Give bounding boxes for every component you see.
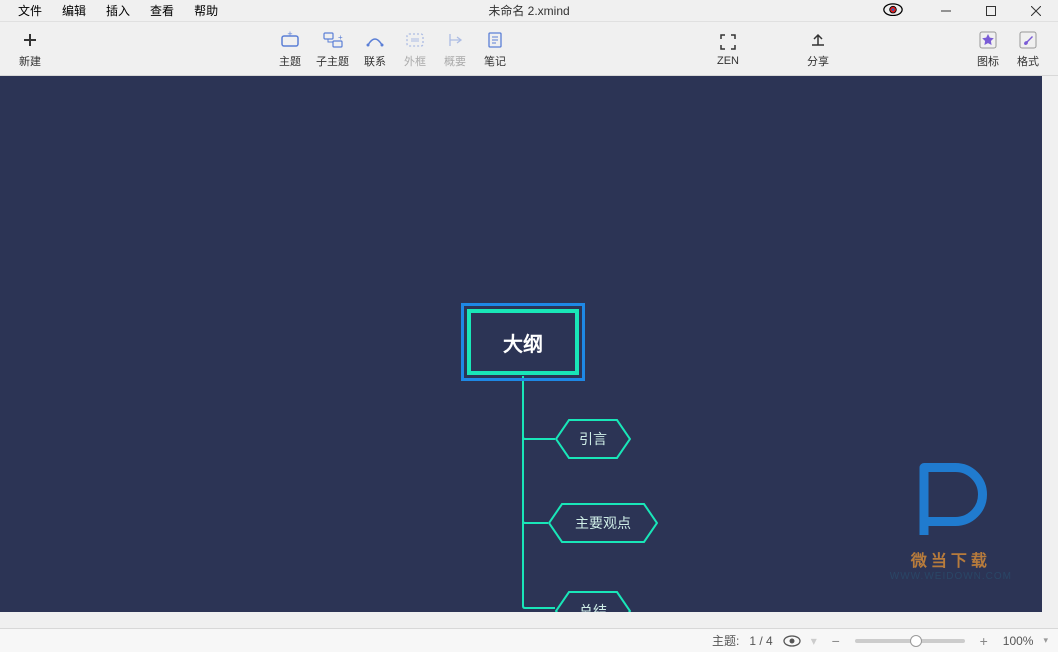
- close-button[interactable]: [1013, 0, 1058, 22]
- relation-icon: [364, 29, 386, 51]
- boundary-icon: [404, 29, 426, 51]
- summary-button[interactable]: 概要: [435, 25, 475, 73]
- vertical-scrollbar[interactable]: [1042, 76, 1058, 612]
- topic-icon: +: [279, 29, 301, 51]
- new-button[interactable]: 新建: [10, 25, 50, 73]
- subtopic-icon: +: [322, 29, 344, 51]
- fullscreen-icon: [717, 31, 739, 53]
- note-button[interactable]: 笔记: [475, 25, 515, 73]
- menu-bar: 文件 编辑 插入 查看 帮助: [0, 0, 228, 22]
- child-topic-2-label: 主要观点: [575, 515, 631, 531]
- subtopic-button[interactable]: + 子主题: [310, 25, 355, 73]
- svg-text:+: +: [338, 33, 343, 42]
- child-topic-1[interactable]: 引言: [555, 419, 631, 459]
- zoom-dropdown-icon[interactable]: ▾: [1043, 635, 1048, 646]
- share-icon: [807, 29, 829, 51]
- tool-label: 新建: [19, 53, 41, 69]
- child-topic-2[interactable]: 主要观点: [548, 503, 658, 543]
- plus-icon: [19, 29, 41, 51]
- minimize-button[interactable]: [923, 0, 968, 22]
- zoom-slider-thumb[interactable]: [910, 635, 922, 647]
- svg-text:+: +: [287, 31, 292, 39]
- topic-button[interactable]: + 主题: [270, 25, 310, 73]
- menu-file[interactable]: 文件: [8, 0, 52, 22]
- menu-view[interactable]: 查看: [140, 0, 184, 22]
- share-button[interactable]: 分享: [798, 25, 838, 73]
- zoom-slider[interactable]: [855, 639, 965, 643]
- visibility-icon[interactable]: [783, 635, 801, 647]
- scroll-corner: [1042, 612, 1058, 628]
- menu-help[interactable]: 帮助: [184, 0, 228, 22]
- preview-eye-icon[interactable]: [883, 3, 903, 19]
- maximize-button[interactable]: [968, 0, 1013, 22]
- topic-counter-value: 1 / 4: [749, 634, 772, 648]
- mindmap-canvas[interactable]: 大纲 引言 主要观点 总结 微当下载 WWW.WEIDOWN.COM: [0, 76, 1042, 612]
- summary-icon: [444, 29, 466, 51]
- brush-icon: [1017, 29, 1039, 51]
- star-icon: [977, 29, 999, 51]
- child-topic-1-label: 引言: [579, 431, 607, 447]
- toolbar: 新建 + 主题 + 子主题 联系 外框 概要 笔记 ZEN 分享 图标 格式: [0, 22, 1058, 76]
- menu-edit[interactable]: 编辑: [52, 0, 96, 22]
- zoom-value: 100%: [1003, 634, 1034, 648]
- boundary-button[interactable]: 外框: [395, 25, 435, 73]
- format-button[interactable]: 格式: [1008, 25, 1048, 73]
- titlebar: 文件 编辑 插入 查看 帮助 未命名 2.xmind: [0, 0, 1058, 22]
- root-topic-label: 大纲: [503, 328, 543, 357]
- zoom-in-button[interactable]: +: [975, 633, 993, 649]
- statusbar: 主题: 1 / 4 ▾ − + 100% ▾: [0, 628, 1058, 652]
- root-topic[interactable]: 大纲: [467, 309, 579, 375]
- document-title: 未命名 2.xmind: [488, 2, 569, 19]
- window-controls: [923, 0, 1058, 22]
- icons-button[interactable]: 图标: [968, 25, 1008, 73]
- menu-insert[interactable]: 插入: [96, 0, 140, 22]
- topic-counter-label: 主题:: [712, 632, 739, 649]
- canvas-area: 大纲 引言 主要观点 总结 微当下载 WWW.WEIDOWN.COM: [0, 76, 1058, 628]
- horizontal-scrollbar[interactable]: [0, 612, 1042, 628]
- relation-button[interactable]: 联系: [355, 25, 395, 73]
- zen-button[interactable]: ZEN: [708, 25, 748, 73]
- zoom-out-button[interactable]: −: [827, 633, 845, 649]
- note-icon: [484, 29, 506, 51]
